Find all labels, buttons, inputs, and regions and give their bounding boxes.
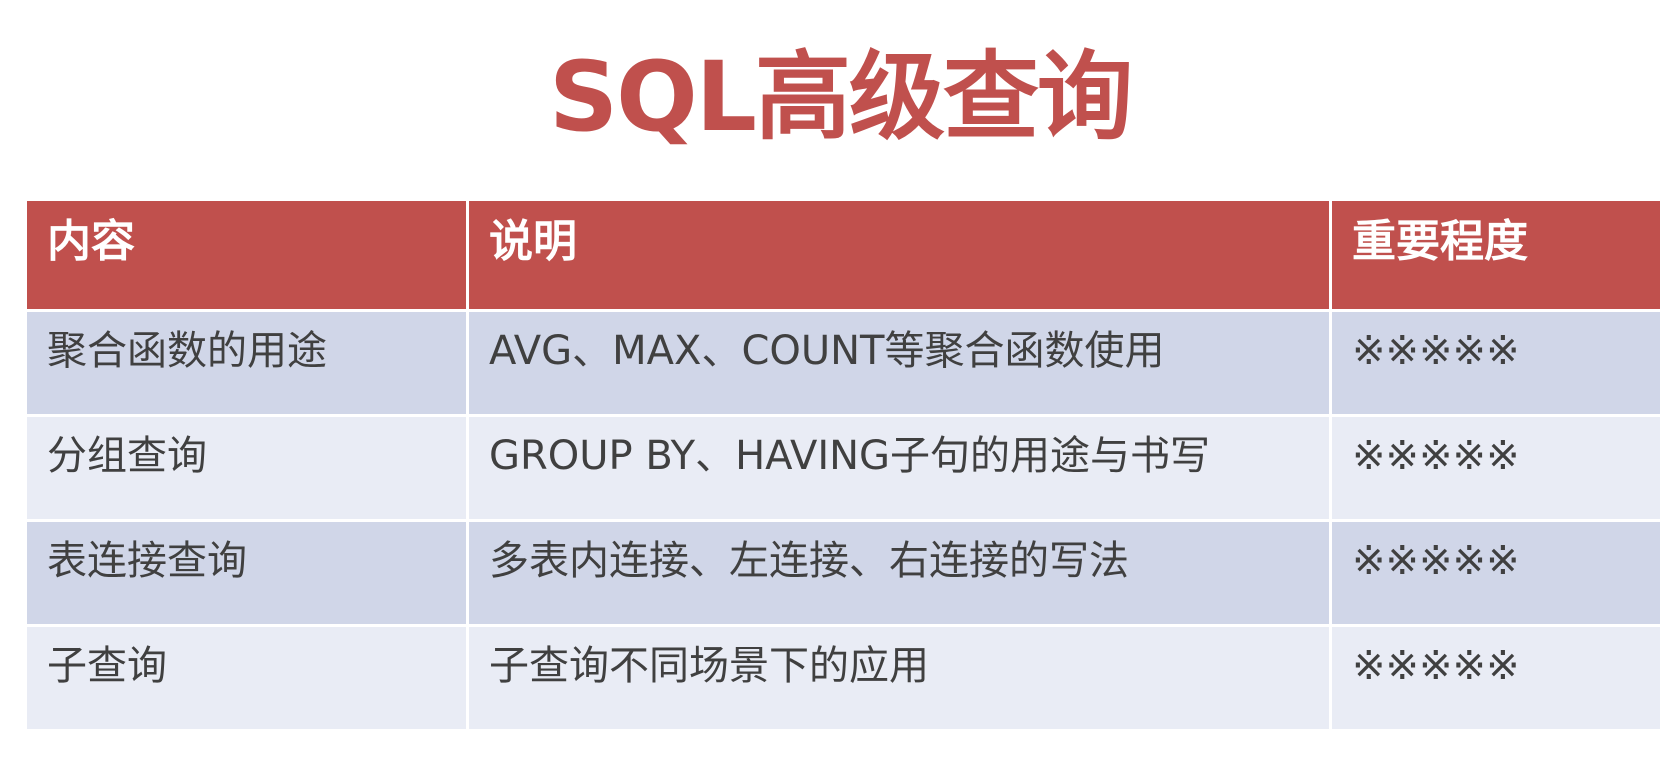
table-header-description: 说明 <box>469 201 1329 309</box>
table-cell-importance: ※※※※※ <box>1332 312 1660 414</box>
table-cell-importance: ※※※※※ <box>1332 522 1660 624</box>
table-cell-topic: 聚合函数的用途 <box>27 312 466 414</box>
table-cell-description: AVG、MAX、COUNT等聚合函数使用 <box>469 312 1329 414</box>
content-table: 内容 说明 重要程度 聚合函数的用途 AVG、MAX、COUNT等聚合函数使用 … <box>27 201 1660 729</box>
page-title: SQL高级查询 <box>549 41 1133 153</box>
table-cell-topic: 子查询 <box>27 627 466 729</box>
table-cell-importance: ※※※※※ <box>1332 627 1660 729</box>
table-cell-topic: 分组查询 <box>27 417 466 519</box>
table-cell-importance: ※※※※※ <box>1332 417 1660 519</box>
table-header-content: 内容 <box>27 201 466 309</box>
table-cell-description: 多表内连接、左连接、右连接的写法 <box>469 522 1329 624</box>
table-cell-description: GROUP BY、HAVING子句的用途与书写 <box>469 417 1329 519</box>
table-cell-description: 子查询不同场景下的应用 <box>469 627 1329 729</box>
table-cell-topic: 表连接查询 <box>27 522 466 624</box>
table-header-importance: 重要程度 <box>1332 201 1660 309</box>
